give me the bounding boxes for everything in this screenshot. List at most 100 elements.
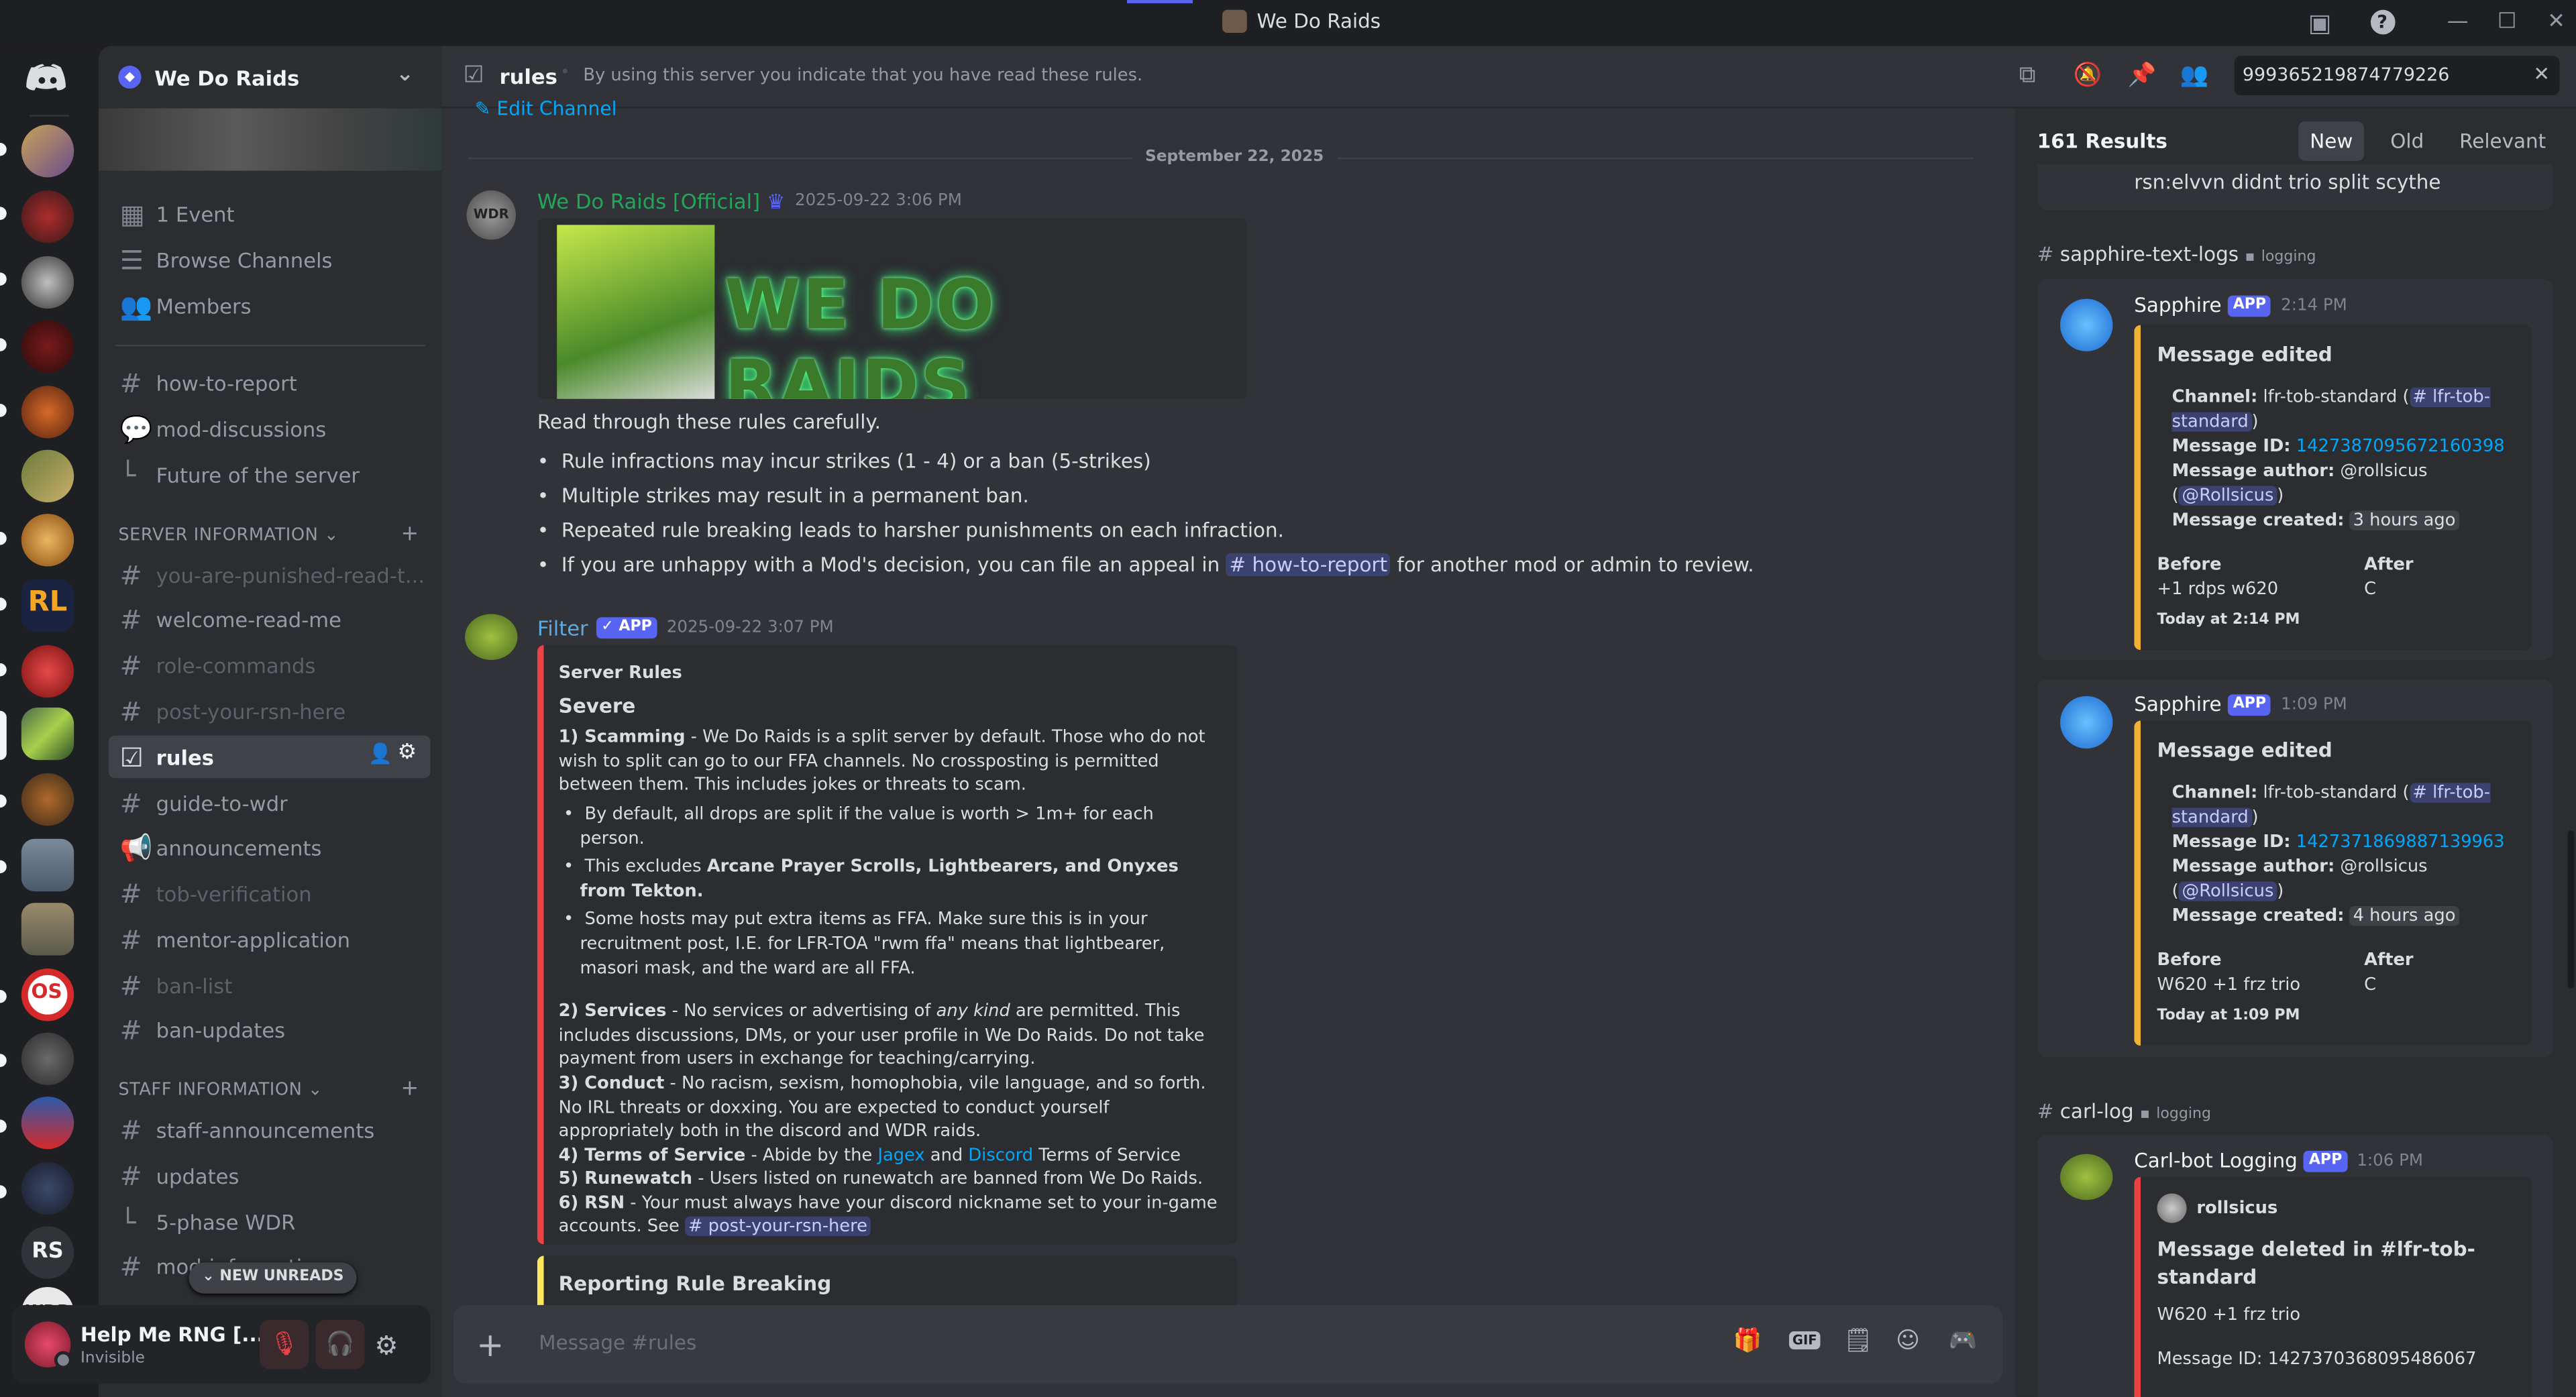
sidebar-members[interactable]: 👥 Members: [109, 284, 431, 327]
wdr-banner-image[interactable]: WE DO RAIDS: [537, 218, 1247, 399]
notification-muted-icon[interactable]: 🔕: [2074, 62, 2102, 89]
avatar[interactable]: WDR: [466, 190, 516, 240]
server-icon-17[interactable]: [21, 1162, 74, 1215]
sticker-icon[interactable]: 🗒: [1843, 1328, 1873, 1354]
add-channel-icon[interactable]: +: [401, 1077, 419, 1102]
inbox-icon[interactable]: ▣: [2300, 7, 2340, 40]
maximize-button[interactable]: ☐: [2487, 7, 2527, 40]
tab-new[interactable]: New: [2298, 121, 2365, 161]
create-invite-icon[interactable]: 👤: [368, 742, 393, 765]
search-result-card[interactable]: Carl-bot Logging APP 1:06 PM rollsicus Mes…: [2037, 1134, 2553, 1397]
user-name[interactable]: Help Me RNG [...: [80, 1323, 264, 1346]
server-icon-4[interactable]: [21, 320, 74, 373]
tab-relevant[interactable]: Relevant: [2459, 129, 2546, 152]
message-input[interactable]: Message #rules: [539, 1331, 696, 1354]
channel-staff-announcements[interactable]: # staff-announcements: [109, 1108, 431, 1151]
member-list-icon[interactable]: 👥: [2180, 62, 2209, 89]
server-icon-6[interactable]: [21, 449, 74, 502]
user-mention[interactable]: @Rollsicus: [2178, 486, 2277, 506]
message-id-link[interactable]: 1427387095672160398: [2296, 437, 2505, 456]
server-icon-9[interactable]: [21, 645, 74, 698]
help-icon[interactable]: ?: [2363, 7, 2402, 40]
tab-old[interactable]: Old: [2390, 129, 2424, 152]
gear-icon[interactable]: ⚙: [398, 740, 417, 765]
author-name[interactable]: Filter: [537, 616, 588, 640]
channel-ban-updates[interactable]: # ban-updates: [109, 1008, 431, 1051]
channel-topic[interactable]: By using this server you indicate that y…: [583, 66, 1142, 85]
gear-icon[interactable]: ⚙: [374, 1330, 398, 1361]
author-name[interactable]: Carl-bot Logging: [2134, 1149, 2297, 1172]
gift-icon[interactable]: 🎁: [1733, 1328, 1762, 1354]
server-icon-wdr[interactable]: [21, 707, 74, 761]
scrollbar-thumb[interactable]: [2567, 830, 2575, 989]
search-result-card[interactable]: Sapphire APP 1:09 PM Message edited Channe…: [2037, 679, 2553, 1058]
threads-icon[interactable]: ⧉: [2019, 62, 2035, 89]
avatar[interactable]: [465, 614, 518, 660]
avatar[interactable]: [2060, 1154, 2113, 1200]
avatar[interactable]: [2060, 298, 2113, 351]
channel-you-are-punished[interactable]: # you-are-punished-read-t...: [109, 553, 431, 596]
server-icon-13[interactable]: [21, 903, 74, 956]
server-icon-7[interactable]: [21, 514, 74, 567]
channel-how-to-report[interactable]: # how-to-report: [109, 361, 431, 404]
channel-mention-how-to-report[interactable]: # how-to-report: [1226, 553, 1391, 577]
add-attachment-icon[interactable]: +: [476, 1325, 504, 1364]
channel-post-your-rsn-here[interactable]: # post-your-rsn-here: [109, 689, 431, 732]
channel-guide-to-wdr[interactable]: # guide-to-wdr: [109, 781, 431, 824]
category-staff-information[interactable]: STAFF INFORMATION ⌄ +: [118, 1077, 419, 1102]
channel-mentor-application[interactable]: # mentor-application: [109, 917, 431, 960]
channel-role-commands[interactable]: # role-commands: [109, 643, 431, 686]
server-icon-5[interactable]: [21, 386, 74, 439]
prev-result[interactable]: rsn:elvvn didnt trio split scythe: [2037, 164, 2553, 211]
sidebar-events[interactable]: ▦ 1 Event: [109, 192, 431, 235]
channel-mod-discussions[interactable]: 💬 mod-discussions: [109, 407, 431, 450]
app-badge: APP: [2304, 1150, 2347, 1172]
result-group-channel[interactable]: # carl-log ▪ logging: [2037, 1100, 2211, 1123]
channel-mention-post-your-rsn[interactable]: # post-your-rsn-here: [685, 1217, 871, 1237]
discord-home-icon[interactable]: [21, 51, 74, 103]
server-icon-8[interactable]: RL: [21, 579, 74, 632]
channel-welcome-read-me[interactable]: # welcome-read-me: [109, 598, 431, 640]
user-mention[interactable]: @Rollsicus: [2178, 881, 2277, 901]
mute-mic-icon[interactable]: 🎙: [259, 1319, 309, 1370]
server-header[interactable]: ◆ We Do Raids ⌄: [99, 46, 442, 109]
channel-updates[interactable]: # updates: [109, 1154, 431, 1197]
author-name[interactable]: We Do Raids [Official]: [537, 188, 760, 213]
server-icon-14[interactable]: OS: [21, 968, 74, 1021]
jagex-link[interactable]: Jagex: [877, 1145, 924, 1165]
channel-rules[interactable]: ☑ rules 👤 ⚙: [108, 735, 431, 779]
server-icon-15[interactable]: [21, 1032, 74, 1085]
channel-tob-verification[interactable]: # tob-verification: [109, 872, 431, 915]
author-name[interactable]: Sapphire: [2134, 294, 2221, 317]
category-server-information[interactable]: SERVER INFORMATION ⌄ +: [118, 522, 419, 547]
thread-5-phase-wdr[interactable]: └ 5-phase WDR: [109, 1200, 431, 1243]
author-name[interactable]: Sapphire: [2134, 693, 2221, 716]
search-result-card[interactable]: Sapphire APP 2:14 PM Message edited Channe…: [2037, 279, 2553, 660]
clear-search-icon[interactable]: ✕: [2533, 62, 2550, 85]
avatar[interactable]: [2060, 695, 2113, 749]
close-window-button[interactable]: ✕: [2536, 7, 2576, 40]
channel-announcements[interactable]: 📢 announcements: [109, 826, 431, 869]
server-icon-12[interactable]: [21, 838, 74, 892]
server-icon-11[interactable]: [21, 773, 74, 826]
sidebar-browse-channels[interactable]: ☰ Browse Channels: [109, 238, 431, 281]
apps-icon[interactable]: 🎮: [1949, 1328, 1978, 1354]
server-icon-3[interactable]: [21, 256, 74, 309]
minimize-button[interactable]: —: [2438, 7, 2477, 40]
server-icon-16[interactable]: [21, 1097, 74, 1150]
search-input[interactable]: 999365219874779226 ✕: [2234, 56, 2560, 95]
server-icon-1[interactable]: [21, 125, 74, 178]
deafen-icon[interactable]: 🎧: [315, 1319, 365, 1370]
emoji-icon[interactable]: ☺: [1896, 1328, 1920, 1354]
result-group-channel[interactable]: # sapphire-text-logs ▪ logging: [2037, 243, 2316, 266]
pin-icon[interactable]: 📌: [2127, 62, 2156, 89]
server-icon-2[interactable]: [21, 190, 74, 243]
channel-ban-list[interactable]: # ban-list: [109, 964, 431, 1007]
rail-unread-pip: [0, 338, 7, 351]
discord-link[interactable]: Discord: [968, 1145, 1033, 1165]
gif-icon[interactable]: GIF: [1788, 1331, 1821, 1350]
edit-channel-link[interactable]: ✎ Edit Channel: [475, 97, 617, 119]
add-channel-icon[interactable]: +: [401, 522, 419, 547]
thread-future-of-server[interactable]: └ Future of the server: [109, 453, 431, 496]
message-id-link[interactable]: 1427371869887139963: [2296, 832, 2505, 852]
